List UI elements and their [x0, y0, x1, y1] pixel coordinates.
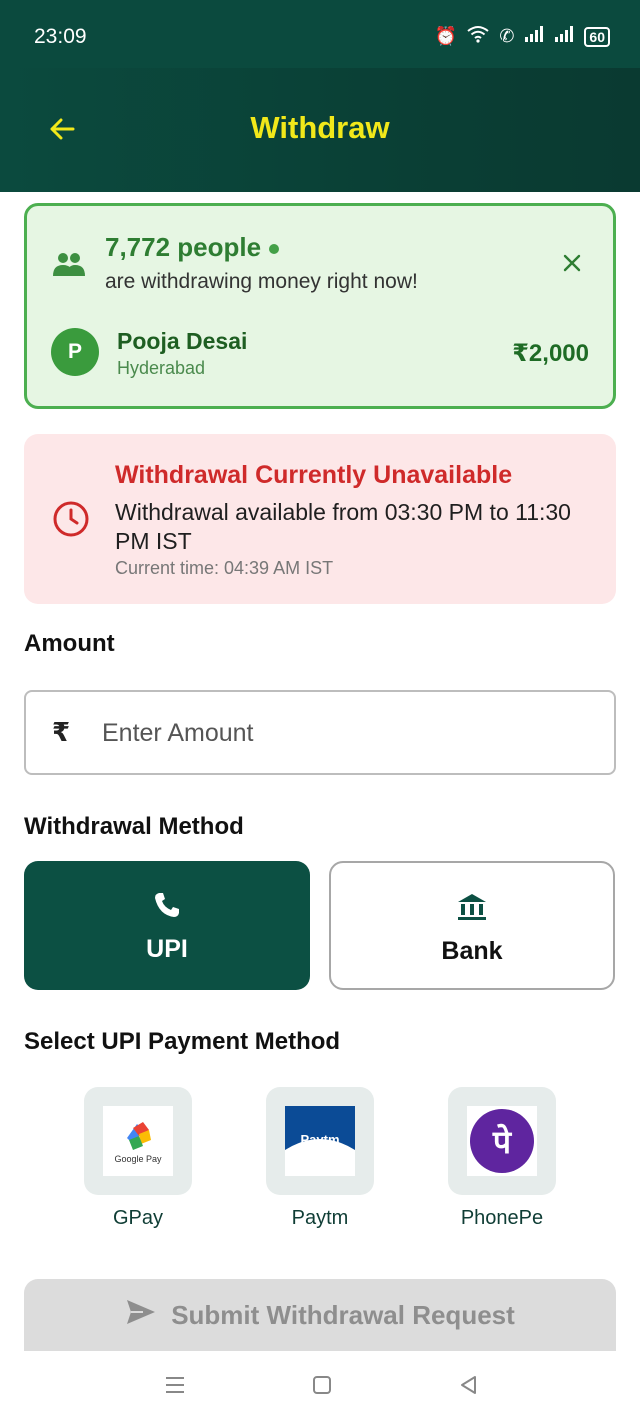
- upi-section-label: Select UPI Payment Method: [24, 1028, 341, 1055]
- clock-icon: [52, 500, 90, 538]
- phonepe-tile: पे: [448, 1087, 556, 1195]
- live-count: 7,772 people: [105, 232, 280, 263]
- amount-label: Amount: [24, 630, 115, 657]
- paytm-label: Paytm: [291, 1207, 349, 1229]
- unavailable-alert: Withdrawal Currently Unavailable Withdra…: [24, 434, 616, 604]
- page-title: Withdraw: [250, 110, 390, 145]
- gpay-label: GPay: [112, 1207, 164, 1229]
- avatar: P: [51, 328, 99, 376]
- amount-input[interactable]: [102, 712, 582, 754]
- status-icons: ⏰ ✆ 60: [435, 25, 610, 48]
- gpay-option[interactable]: Google Pay GPay: [83, 1087, 193, 1230]
- alert-title: Withdrawal Currently Unavailable: [115, 461, 513, 489]
- alarm-icon: ⏰: [434, 26, 458, 46]
- bank-label: Bank: [441, 937, 503, 965]
- bank-method-button[interactable]: Bank: [329, 861, 615, 990]
- signal-icon-2: [554, 26, 574, 47]
- home-icon[interactable]: [310, 1373, 334, 1397]
- gpay-logo-icon: Google Pay: [103, 1106, 173, 1176]
- battery-indicator: 60: [584, 26, 610, 47]
- status-bar: 23:09 ⏰ ✆ 60: [0, 0, 640, 68]
- close-icon[interactable]: [561, 252, 583, 274]
- phonepe-logo-icon: पे: [467, 1106, 537, 1176]
- phone-icon: [151, 889, 183, 921]
- live-subtitle: are withdrawing money right now!: [105, 270, 418, 293]
- signal-icon-1: [524, 26, 544, 47]
- withdrawer-city: Hyderabad: [117, 358, 206, 378]
- withdrawal-method-label: Withdrawal Method: [24, 813, 244, 840]
- submit-withdrawal-button[interactable]: Submit Withdrawal Request: [24, 1279, 616, 1351]
- people-icon: [53, 250, 85, 278]
- submit-label: Submit Withdrawal Request: [171, 1299, 515, 1330]
- wifi-icon: [467, 25, 489, 48]
- withdrawal-amount: ₹2,000: [512, 340, 589, 367]
- send-icon: [125, 1298, 157, 1333]
- phonepe-logo-text: पे: [492, 1123, 513, 1161]
- paytm-tile: Paytm: [266, 1087, 374, 1195]
- live-dot: [269, 244, 280, 255]
- volte-call-icon: ✆: [499, 26, 515, 46]
- live-count-text: 7,772 people: [105, 232, 262, 262]
- amount-field[interactable]: ₹: [24, 690, 616, 775]
- bank-icon: [456, 891, 488, 923]
- menu-icon[interactable]: [163, 1373, 187, 1397]
- gpay-logo-text: Google Pay: [114, 1154, 162, 1164]
- current-time: Current time: 04:39 AM IST: [115, 558, 334, 578]
- phonepe-label: PhonePe: [460, 1207, 544, 1229]
- back-icon[interactable]: [457, 1373, 481, 1397]
- status-time: 23:09: [34, 25, 87, 48]
- gpay-tile: Google Pay: [84, 1087, 192, 1195]
- live-withdrawals-card: 7,772 people are withdrawing money right…: [24, 203, 616, 409]
- paytm-logo-text: Paytm: [300, 1132, 339, 1147]
- paytm-option[interactable]: Paytm Paytm: [265, 1087, 375, 1230]
- withdrawer-name: Pooja Desai: [117, 328, 248, 354]
- phonepe-option[interactable]: पे PhonePe: [447, 1087, 557, 1230]
- paytm-logo-icon: Paytm: [285, 1106, 355, 1176]
- upi-method-button[interactable]: UPI: [24, 861, 310, 990]
- upi-label: UPI: [146, 935, 188, 963]
- app-bar: Withdraw: [0, 68, 640, 192]
- system-nav-bar: [0, 1351, 640, 1418]
- alert-message: Withdrawal available from 03:30 PM to 11…: [115, 499, 571, 554]
- rupee-icon: ₹: [52, 717, 71, 747]
